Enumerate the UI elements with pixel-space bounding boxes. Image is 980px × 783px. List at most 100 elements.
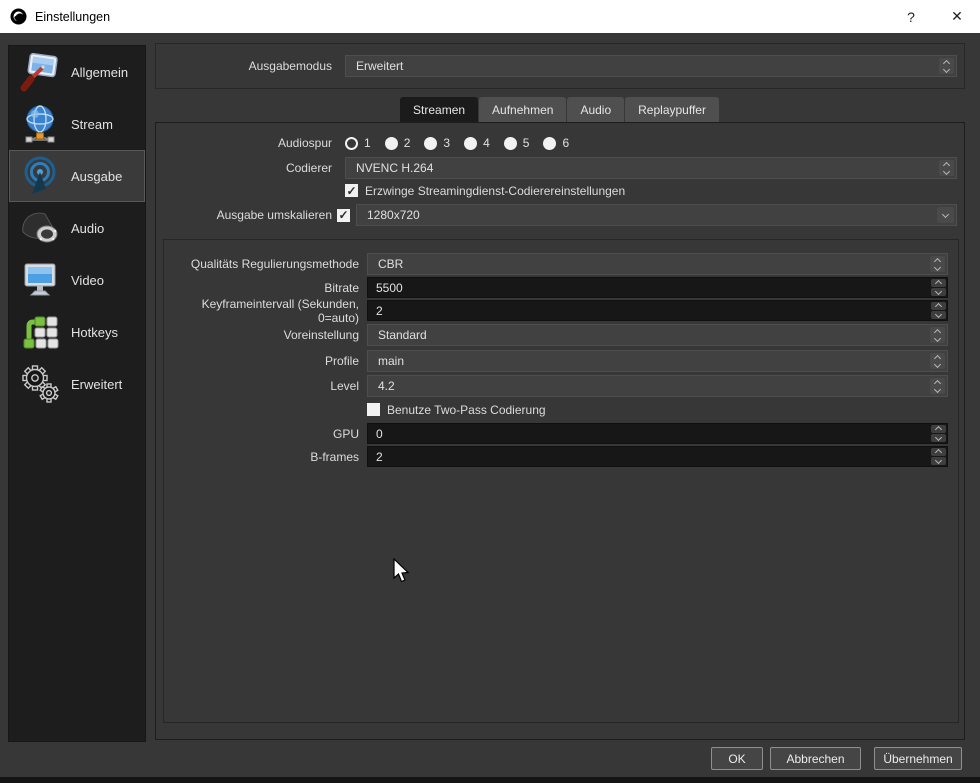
chevron-down-icon [934, 360, 941, 367]
stream-icon [20, 104, 60, 144]
audio-track-radio-5[interactable]: 5 [504, 136, 530, 150]
tab-streamen[interactable]: Streamen [400, 97, 478, 122]
help-button[interactable]: ? [888, 0, 934, 33]
output-tabs: Streamen Aufnehmen Audio Replaypuffer [155, 97, 965, 122]
rescale-value: 1280x720 [367, 208, 420, 222]
spin-down-button[interactable] [931, 288, 946, 296]
chevron-down-icon [935, 311, 942, 318]
tab-aufnehmen[interactable]: Aufnehmen [479, 97, 566, 122]
preset-combobox[interactable]: Standard [367, 324, 948, 346]
chevron-down-icon [935, 457, 942, 464]
encoder-settings-group: Qualitäts Regulierungsmethode CBR Bitrat… [163, 239, 959, 723]
sidebar-item-label: Erweitert [71, 377, 122, 392]
sidebar-item-hotkeys[interactable]: Hotkeys [9, 306, 145, 358]
bitrate-row: Bitrate 5500 [164, 277, 958, 298]
spin-up-button[interactable] [931, 425, 946, 433]
two-pass-label: Benutze Two-Pass Codierung [387, 403, 546, 417]
rate-control-combobox[interactable]: CBR [367, 253, 948, 275]
chevron-up-icon [935, 449, 942, 456]
profile-value: main [378, 354, 404, 368]
ok-button[interactable]: OK [711, 747, 763, 770]
chevron-down-icon [934, 334, 941, 341]
sidebar-item-audio[interactable]: Audio [9, 202, 145, 254]
audio-track-radio-2[interactable]: 2 [385, 136, 411, 150]
output-mode-label: Ausgabemodus [156, 59, 332, 73]
spin-buttons[interactable] [931, 302, 946, 319]
spin-up-button[interactable] [931, 448, 946, 456]
keyframe-row: Keyframeintervall (Sekunden, 0=auto) 2 [164, 300, 958, 321]
audio-track-label: Audiospur [156, 136, 332, 150]
radio-label: 4 [483, 136, 490, 150]
spin-up-button[interactable] [931, 279, 946, 287]
sidebar-item-allgemein[interactable]: Allgemein [9, 46, 145, 98]
radio-icon [385, 137, 398, 150]
two-pass-checkbox[interactable] [367, 403, 380, 416]
general-icon [20, 52, 60, 92]
bitrate-value: 5500 [376, 281, 403, 295]
spinner-icons[interactable] [939, 58, 954, 74]
apply-button[interactable]: Übernehmen [874, 747, 962, 770]
radio-label: 5 [523, 136, 530, 150]
encoder-combobox[interactable]: NVENC H.264 [345, 157, 957, 179]
enforce-checkbox[interactable] [345, 184, 358, 197]
chevron-down-icon [934, 385, 941, 392]
chevron-up-icon [935, 280, 942, 287]
spinner-icons[interactable] [930, 353, 945, 369]
spin-down-button[interactable] [931, 311, 946, 319]
radio-label: 3 [443, 136, 450, 150]
spin-down-button[interactable] [931, 457, 946, 465]
spin-buttons[interactable] [931, 425, 946, 442]
radio-label: 2 [404, 136, 411, 150]
sidebar-item-label: Stream [71, 117, 113, 132]
output-mode-combobox[interactable]: Erweitert [345, 55, 957, 77]
output-icon [20, 156, 60, 196]
advanced-icon [20, 364, 60, 404]
rescale-combobox[interactable]: 1280x720 [356, 204, 957, 226]
keyframe-spinbox[interactable]: 2 [367, 300, 948, 321]
dropdown-button[interactable] [937, 207, 954, 223]
sidebar-item-label: Audio [71, 221, 104, 236]
level-label: Level [164, 379, 359, 393]
spin-buttons[interactable] [931, 279, 946, 296]
audio-track-radio-1[interactable]: 1 [345, 136, 371, 150]
sidebar-item-stream[interactable]: Stream [9, 98, 145, 150]
encoder-value: NVENC H.264 [356, 161, 433, 175]
spinner-icons[interactable] [930, 378, 945, 394]
spinner-icons[interactable] [930, 256, 945, 272]
rescale-checkbox[interactable] [337, 209, 350, 222]
close-button[interactable]: ✕ [934, 0, 980, 33]
spinner-icons[interactable] [939, 160, 954, 176]
level-combobox[interactable]: 4.2 [367, 375, 948, 397]
sidebar-item-ausgabe[interactable]: Ausgabe [9, 150, 145, 202]
bframes-row: B-frames 2 [164, 446, 958, 467]
gpu-spinbox[interactable]: 0 [367, 423, 948, 444]
audio-track-radio-3[interactable]: 3 [424, 136, 450, 150]
title-bar: Einstellungen ? ✕ [0, 0, 980, 33]
keyframe-label: Keyframeintervall (Sekunden, 0=auto) [164, 297, 359, 325]
output-mode-frame: Ausgabemodus Erweitert [155, 43, 965, 89]
mouse-cursor [393, 558, 411, 585]
audio-track-radio-6[interactable]: 6 [543, 136, 569, 150]
encoder-label: Codierer [156, 161, 332, 175]
sidebar-item-erweitert[interactable]: Erweitert [9, 358, 145, 410]
video-icon [20, 260, 60, 300]
bitrate-spinbox[interactable]: 5500 [367, 277, 948, 298]
spin-down-button[interactable] [931, 434, 946, 442]
preset-label: Voreinstellung [164, 328, 359, 342]
spin-up-button[interactable] [931, 302, 946, 310]
enforce-label: Erzwinge Streamingdienst-Codierereinstel… [365, 184, 625, 198]
chevron-down-icon [935, 288, 942, 295]
profile-combobox[interactable]: main [367, 350, 948, 372]
tab-replaypuffer[interactable]: Replaypuffer [625, 97, 719, 122]
bframes-spinbox[interactable]: 2 [367, 446, 948, 467]
sidebar-item-label: Video [71, 273, 104, 288]
bitrate-label: Bitrate [164, 281, 359, 295]
sidebar-item-video[interactable]: Video [9, 254, 145, 306]
tab-audio[interactable]: Audio [567, 97, 624, 122]
spin-buttons[interactable] [931, 448, 946, 465]
gpu-value: 0 [376, 427, 383, 441]
audio-track-radio-4[interactable]: 4 [464, 136, 490, 150]
two-pass-row: Benutze Two-Pass Codierung [164, 402, 958, 417]
cancel-button[interactable]: Abbrechen [770, 747, 861, 770]
spinner-icons[interactable] [930, 327, 945, 343]
